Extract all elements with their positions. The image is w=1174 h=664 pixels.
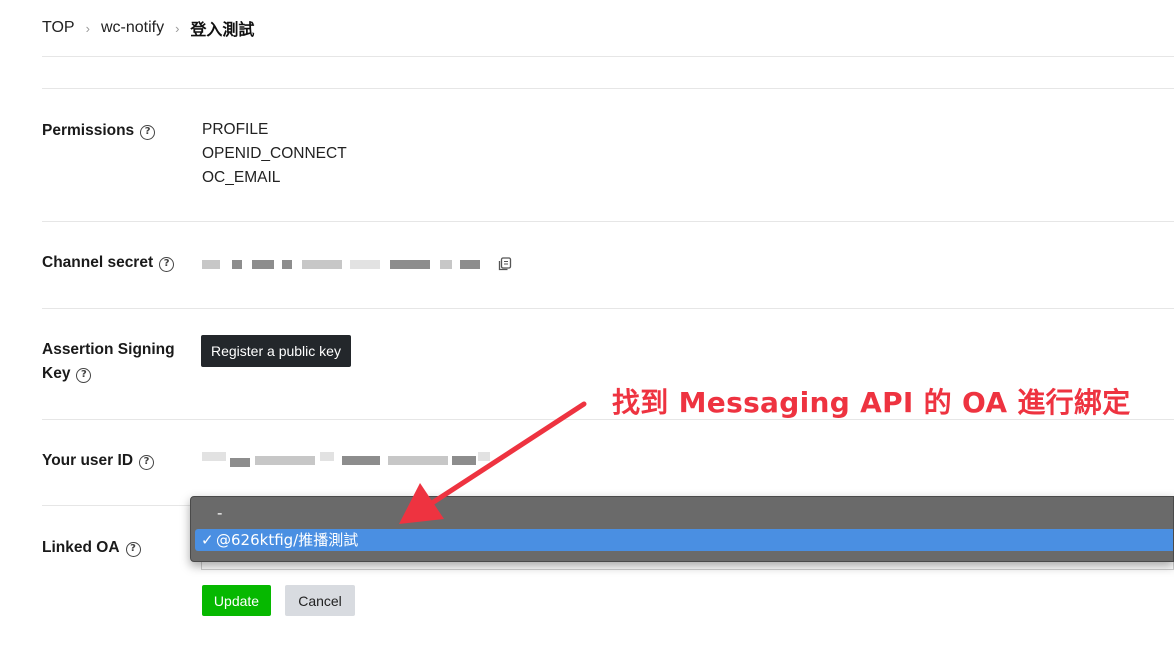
permissions-list: PROFILE OPENID_CONNECT OC_EMAIL: [202, 118, 347, 190]
breadcrumb-channel[interactable]: wc-notify: [101, 19, 164, 37]
cancel-button[interactable]: Cancel: [285, 585, 355, 616]
help-icon[interactable]: ?: [159, 256, 175, 272]
channel-secret-label: Channel secret?: [42, 251, 175, 275]
help-icon[interactable]: ?: [139, 454, 155, 470]
assertion-signing-key-label: Assertion Signing Key?: [42, 338, 175, 386]
permission-item: OPENID_CONNECT: [202, 145, 347, 162]
permissions-label-text: Permissions: [42, 122, 135, 139]
register-public-key-button[interactable]: Register a public key: [201, 335, 351, 367]
chevron-right-icon: ›: [175, 20, 180, 36]
breadcrumb-current: 登入測試: [190, 22, 255, 39]
divider: [42, 221, 1174, 222]
user-id-label: Your user ID?: [42, 449, 155, 473]
dropdown-option-none[interactable]: -: [195, 502, 1173, 524]
linked-oa-dropdown[interactable]: - ✓ @626ktfig/推播測試: [190, 496, 1174, 562]
annotation-text: 找到 Messaging API 的 OA 進行綁定: [612, 386, 1131, 419]
dropdown-option-selected[interactable]: ✓ @626ktfig/推播測試: [195, 529, 1173, 551]
update-button[interactable]: Update: [202, 585, 271, 616]
help-icon[interactable]: ?: [125, 541, 141, 557]
permission-item: PROFILE: [202, 121, 269, 138]
linked-oa-label: Linked OA?: [42, 536, 141, 560]
copy-icon[interactable]: [498, 257, 512, 271]
assertion-label-line2: Key: [42, 365, 71, 382]
permissions-label: Permissions?: [42, 119, 156, 143]
divider: [42, 88, 1174, 89]
divider: [42, 308, 1174, 309]
breadcrumb-top[interactable]: TOP: [42, 19, 75, 37]
help-icon[interactable]: ?: [140, 124, 156, 140]
linked-oa-label-text: Linked OA: [42, 539, 120, 556]
divider: [42, 56, 1174, 57]
chevron-right-icon: ›: [85, 20, 90, 36]
help-icon[interactable]: ?: [76, 367, 92, 383]
permission-item: OC_EMAIL: [202, 169, 281, 186]
breadcrumb: TOP › wc-notify › 登入測試: [42, 16, 254, 40]
check-icon: ✓: [201, 531, 214, 549]
user-id-label-text: Your user ID: [42, 452, 134, 469]
dropdown-option-label: @626ktfig/推播測試: [216, 531, 359, 549]
channel-secret-label-text: Channel secret: [42, 254, 154, 271]
assertion-label-line1: Assertion Signing: [42, 341, 175, 358]
